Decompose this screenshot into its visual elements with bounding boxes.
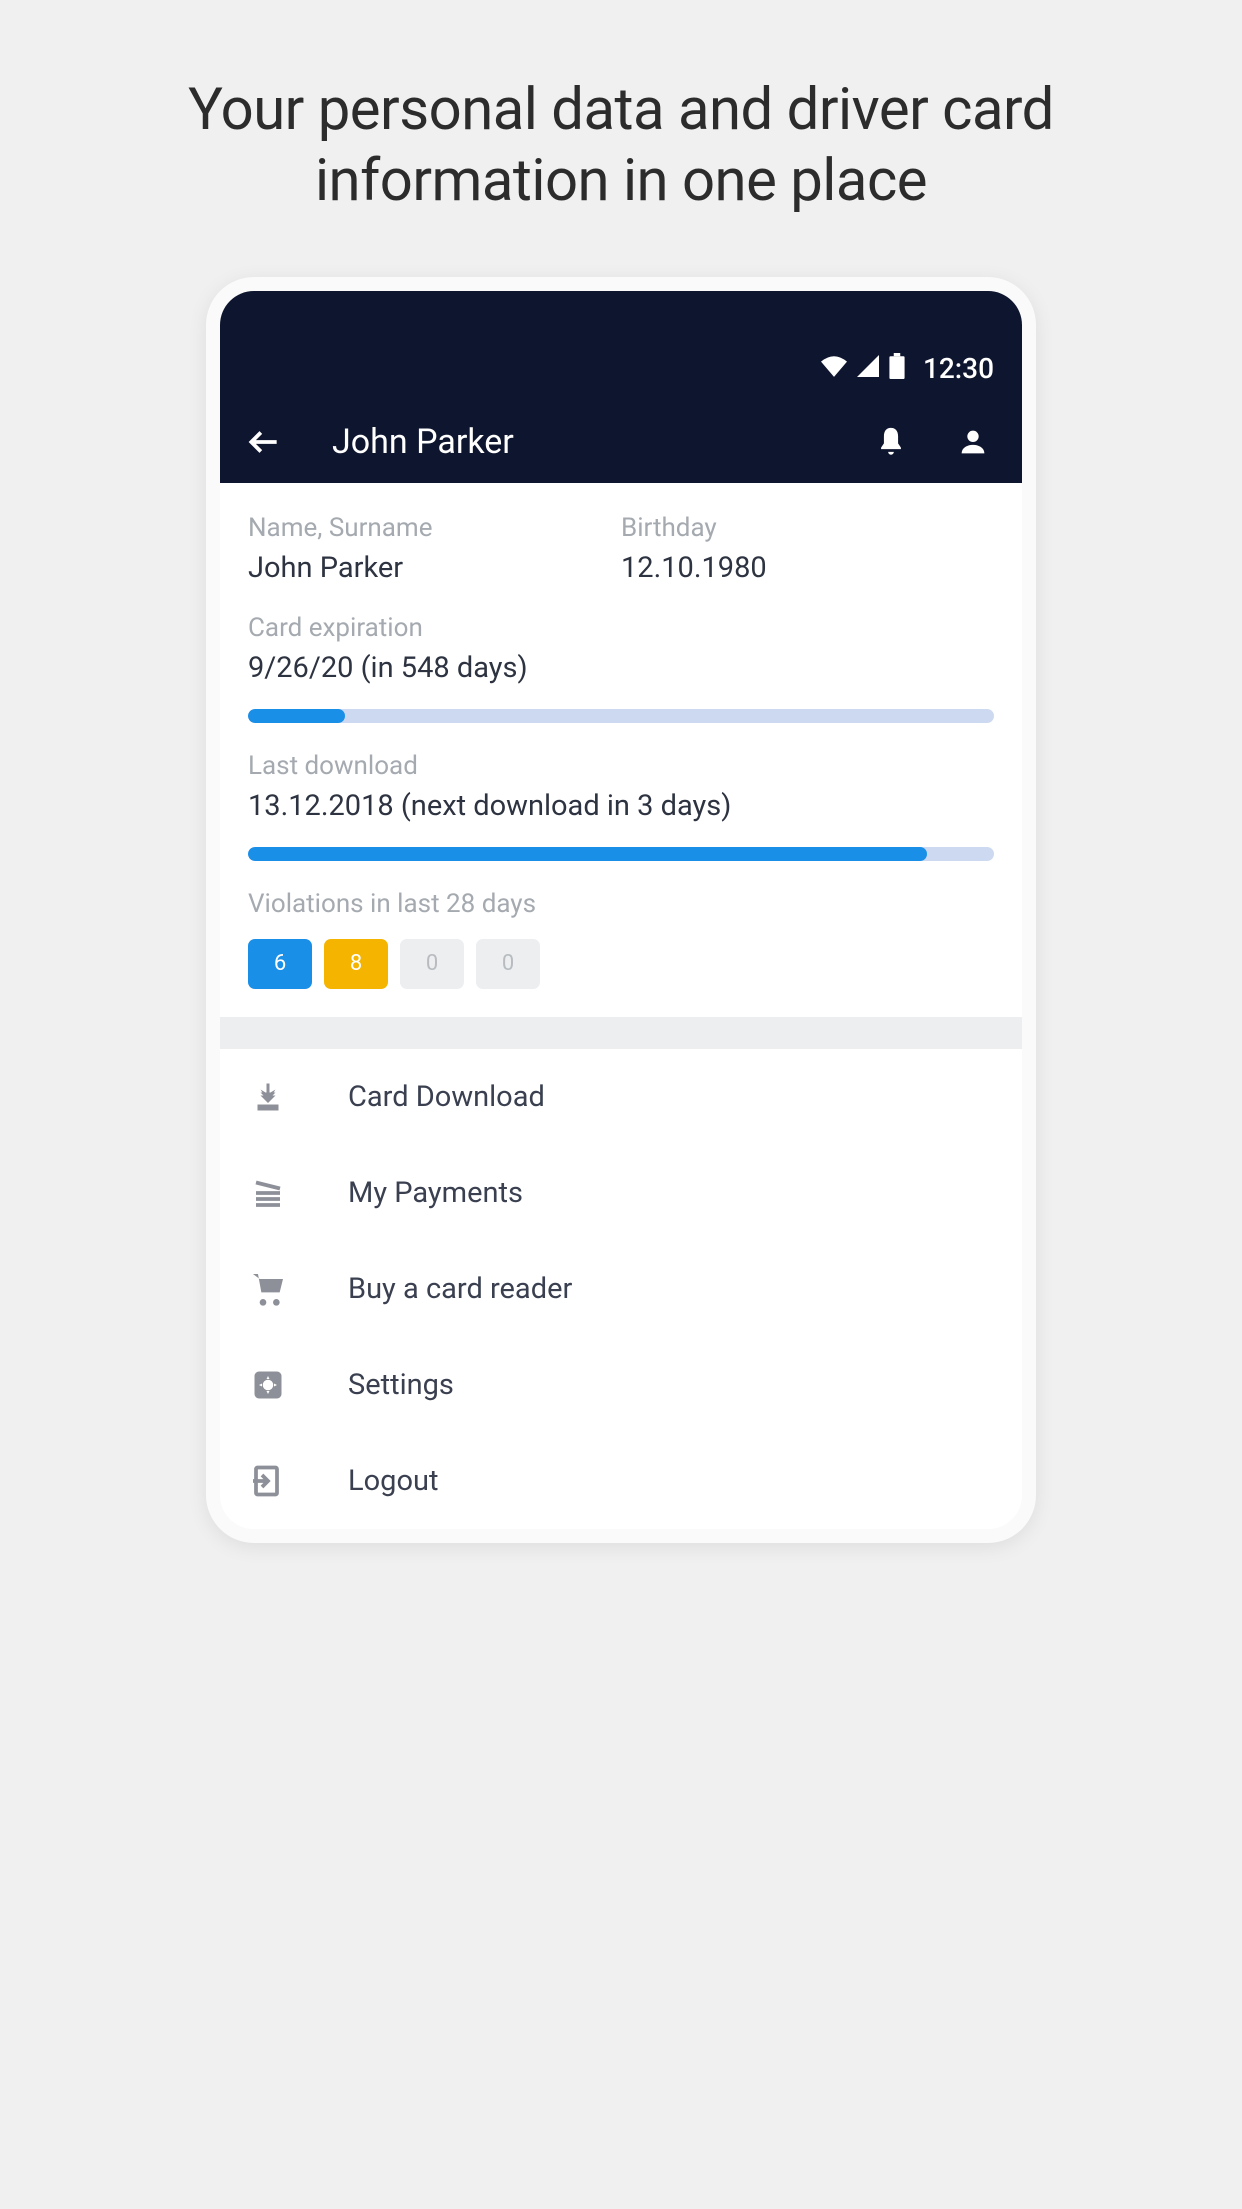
cellular-icon bbox=[857, 355, 879, 381]
last-download-section: Last download 13.12.2018 (next download … bbox=[248, 751, 994, 861]
status-icons: 12:30 bbox=[821, 352, 994, 385]
menu-item-my-payments[interactable]: My Payments bbox=[220, 1145, 1022, 1241]
menu-item-buy-card-reader[interactable]: Buy a card reader bbox=[220, 1241, 1022, 1337]
cart-icon bbox=[248, 1269, 288, 1309]
menu-item-label: Settings bbox=[348, 1368, 454, 1402]
settings-icon bbox=[248, 1365, 288, 1405]
violations-label: Violations in last 28 days bbox=[248, 889, 994, 919]
profile-content: Name, Surname John Parker Birthday 12.10… bbox=[220, 483, 1022, 1529]
back-button[interactable] bbox=[240, 418, 288, 466]
phone-frame: 12:30 John Parker Name, Surnam bbox=[206, 277, 1036, 1543]
card-expiration-section: Card expiration 9/26/20 (in 548 days) bbox=[248, 613, 994, 723]
menu-list: Card Download My Payments Buy a card rea… bbox=[220, 1049, 1022, 1529]
phone-mockup-wrapper: 12:30 John Parker Name, Surnam bbox=[0, 277, 1242, 1543]
violations-section: Violations in last 28 days 6 8 0 0 bbox=[248, 889, 994, 989]
status-bar: 12:30 bbox=[220, 291, 1022, 401]
marketing-headline: Your personal data and driver card infor… bbox=[0, 0, 1242, 277]
menu-item-logout[interactable]: Logout bbox=[220, 1433, 1022, 1529]
notifications-button[interactable] bbox=[870, 421, 912, 463]
wifi-icon bbox=[821, 355, 847, 381]
violation-box[interactable]: 6 bbox=[248, 939, 312, 989]
menu-item-label: Buy a card reader bbox=[348, 1272, 572, 1306]
violation-box[interactable]: 8 bbox=[324, 939, 388, 989]
violations-row: 6 8 0 0 bbox=[248, 939, 994, 989]
expiration-progress-bar bbox=[248, 709, 994, 723]
reader-icon bbox=[248, 1173, 288, 1213]
profile-button[interactable] bbox=[952, 421, 994, 463]
expiration-label: Card expiration bbox=[248, 613, 994, 643]
menu-item-label: Card Download bbox=[348, 1080, 545, 1114]
app-bar-title: John Parker bbox=[332, 422, 870, 462]
expiration-value: 9/26/20 (in 548 days) bbox=[248, 651, 994, 685]
violation-box[interactable]: 0 bbox=[400, 939, 464, 989]
name-birthday-row: Name, Surname John Parker Birthday 12.10… bbox=[248, 513, 994, 585]
app-bar: John Parker bbox=[220, 401, 1022, 483]
menu-item-label: My Payments bbox=[348, 1176, 523, 1210]
menu-item-settings[interactable]: Settings bbox=[220, 1337, 1022, 1433]
app-bar-actions bbox=[870, 421, 994, 463]
expiration-progress-fill bbox=[248, 709, 345, 723]
name-label: Name, Surname bbox=[248, 513, 621, 543]
download-label: Last download bbox=[248, 751, 994, 781]
download-icon bbox=[248, 1077, 288, 1117]
name-field: Name, Surname John Parker bbox=[248, 513, 621, 585]
download-progress-bar bbox=[248, 847, 994, 861]
birthday-field: Birthday 12.10.1980 bbox=[621, 513, 994, 585]
logout-icon bbox=[248, 1461, 288, 1501]
violation-box[interactable]: 0 bbox=[476, 939, 540, 989]
birthday-label: Birthday bbox=[621, 513, 994, 543]
birthday-value: 12.10.1980 bbox=[621, 551, 994, 585]
download-value: 13.12.2018 (next download in 3 days) bbox=[248, 789, 994, 823]
download-progress-fill bbox=[248, 847, 927, 861]
menu-item-card-download[interactable]: Card Download bbox=[220, 1049, 1022, 1145]
status-time: 12:30 bbox=[923, 352, 994, 385]
battery-icon bbox=[889, 353, 905, 383]
section-separator bbox=[220, 1017, 1022, 1049]
menu-item-label: Logout bbox=[348, 1464, 438, 1498]
name-value: John Parker bbox=[248, 551, 621, 585]
info-section: Name, Surname John Parker Birthday 12.10… bbox=[220, 483, 1022, 1017]
